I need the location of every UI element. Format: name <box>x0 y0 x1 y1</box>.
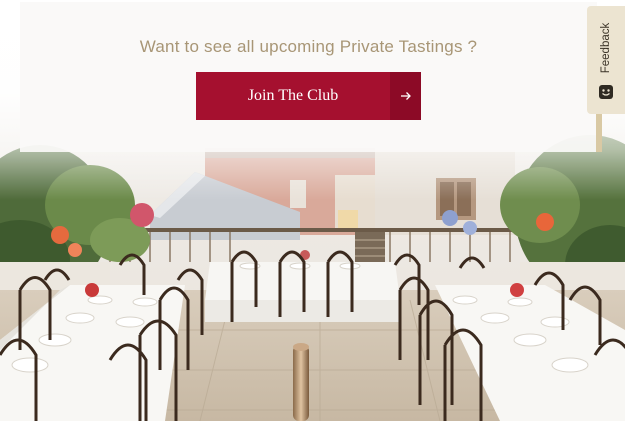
smiley-face-icon <box>598 84 614 105</box>
feedback-label: Feedback <box>600 22 612 74</box>
arrow-right-icon <box>390 72 421 120</box>
feedback-tab[interactable]: Feedback <box>587 6 625 114</box>
join-club-label: Join The Club <box>247 87 339 104</box>
join-club-button[interactable]: Join The Club <box>196 72 421 120</box>
promo-heading: Want to see all upcoming Private Tasting… <box>139 37 478 56</box>
feedback-tab-strip <box>596 114 602 152</box>
promo-card: Want to see all upcoming Private Tasting… <box>20 2 597 152</box>
